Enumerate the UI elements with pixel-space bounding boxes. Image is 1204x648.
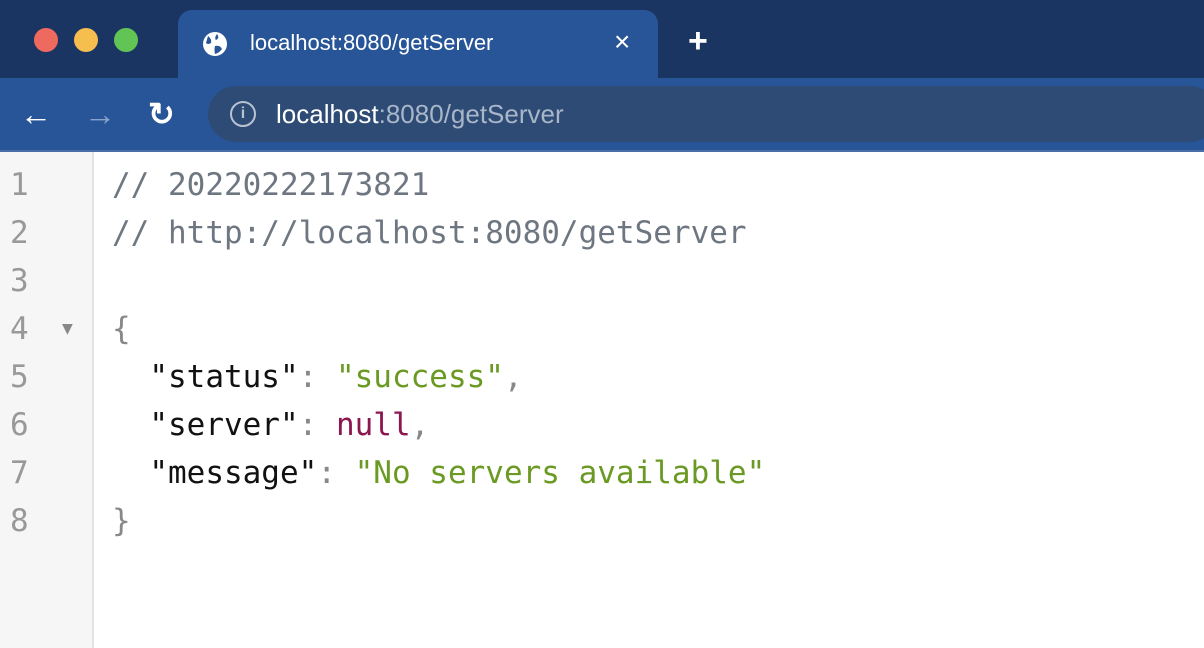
comma: ,	[410, 407, 430, 443]
json-viewer: 1 // 20220222173821 2 // http://localhost:…	[0, 161, 1204, 545]
line-number: 6	[10, 407, 29, 443]
forward-button[interactable]: →	[84, 94, 116, 134]
comment: // http://localhost:8080/getServer	[112, 215, 747, 251]
json-key: "status"	[149, 359, 299, 395]
code-line: 7 "message": "No servers available"	[0, 449, 1204, 497]
info-icon[interactable]: i	[230, 101, 256, 127]
maximize-window-button[interactable]	[114, 28, 138, 52]
line-number: 8	[10, 503, 29, 539]
close-brace: }	[112, 503, 131, 539]
json-key: "message"	[149, 455, 318, 491]
line-number: 5	[10, 359, 29, 395]
line-number: 7	[10, 455, 29, 491]
code-line: 5 "status": "success",	[0, 353, 1204, 401]
reload-button[interactable]: ↻	[148, 94, 175, 134]
json-value: "success"	[335, 359, 504, 395]
json-value: null	[335, 407, 411, 443]
line-number: 1	[10, 167, 29, 203]
url-path: :8080/getServer	[378, 99, 564, 129]
navigation-toolbar: ← → ↻ i localhost:8080/getServer	[0, 78, 1204, 152]
close-window-button[interactable]	[34, 28, 58, 52]
browser-tab[interactable]: localhost:8080/getServer ×	[178, 10, 658, 78]
url-host: localhost	[276, 99, 379, 129]
close-tab-button[interactable]: ×	[614, 26, 630, 58]
back-button[interactable]: ←	[20, 94, 52, 134]
title-bar: localhost:8080/getServer × +	[0, 0, 1204, 78]
line-number: 4	[10, 311, 29, 347]
comment: // 20220222173821	[112, 167, 430, 203]
code-line: 6 "server": null,	[0, 401, 1204, 449]
comma: ,	[503, 359, 523, 395]
tab-title: localhost:8080/getServer	[250, 30, 494, 55]
code-line: 4 ▼ {	[0, 305, 1204, 353]
fold-toggle-icon[interactable]: ▼	[62, 305, 73, 353]
code-line: 1 // 20220222173821	[0, 161, 1204, 209]
open-brace: {	[112, 311, 131, 347]
code-line: 8}	[0, 497, 1204, 545]
globe-icon	[203, 32, 227, 56]
address-url: localhost:8080/getServer	[276, 99, 564, 130]
address-bar[interactable]: i localhost:8080/getServer	[208, 86, 1204, 142]
line-number: 2	[10, 215, 29, 251]
json-key: "server"	[149, 407, 299, 443]
minimize-window-button[interactable]	[74, 28, 98, 52]
code-line: 2 // http://localhost:8080/getServer	[0, 209, 1204, 257]
line-number: 3	[10, 263, 29, 299]
code-line: 3	[0, 257, 1204, 305]
json-value: "No servers available"	[354, 455, 766, 491]
new-tab-button[interactable]: +	[688, 24, 708, 58]
